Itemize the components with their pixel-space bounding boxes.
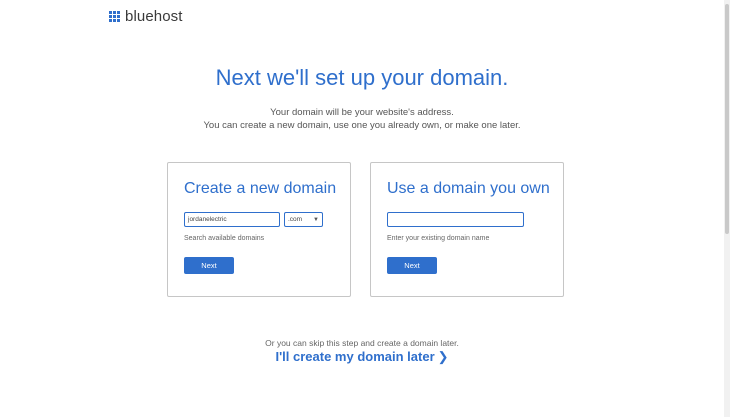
chevron-right-icon: ❯ — [437, 349, 449, 364]
create-new-domain-heading: Create a new domain — [184, 180, 337, 197]
skip-text: Or you can skip this step and create a d… — [265, 338, 459, 348]
own-domain-next-button[interactable]: Next — [387, 257, 437, 274]
bluehost-logo[interactable]: bluehost — [109, 8, 183, 25]
own-domain-hint: Enter your existing domain name — [387, 235, 490, 242]
create-domain-later-label: I'll create my domain later — [275, 349, 435, 364]
subtitle-line-1: Your domain will be your website's addre… — [270, 107, 454, 118]
new-domain-hint: Search available domains — [184, 235, 265, 242]
subtitle-line-2: You can create a new domain, use one you… — [203, 120, 521, 131]
page-subtitle: Your domain will be your website's addre… — [0, 106, 724, 132]
chevron-down-icon: ▼ — [313, 216, 319, 223]
tld-selected-value: .com — [288, 216, 303, 223]
new-domain-next-button[interactable]: Next — [184, 257, 234, 274]
use-own-domain-card: Use a domain you own Enter your existing… — [370, 162, 564, 297]
create-domain-later-link[interactable]: I'll create my domain later ❯ — [0, 349, 724, 365]
logo-grid-icon — [109, 11, 120, 22]
new-domain-input[interactable]: jordanelectric — [184, 212, 280, 227]
logo-text: bluehost — [125, 8, 183, 25]
use-own-domain-heading: Use a domain you own — [387, 180, 550, 197]
page-title: Next we'll set up your domain. — [215, 64, 509, 90]
create-new-domain-card: Create a new domain jordanelectric .com … — [167, 162, 351, 297]
own-domain-input[interactable] — [387, 212, 524, 227]
scrollbar-thumb[interactable] — [725, 4, 729, 234]
page-scrollbar[interactable] — [724, 0, 730, 417]
tld-select[interactable]: .com ▼ — [284, 212, 323, 227]
